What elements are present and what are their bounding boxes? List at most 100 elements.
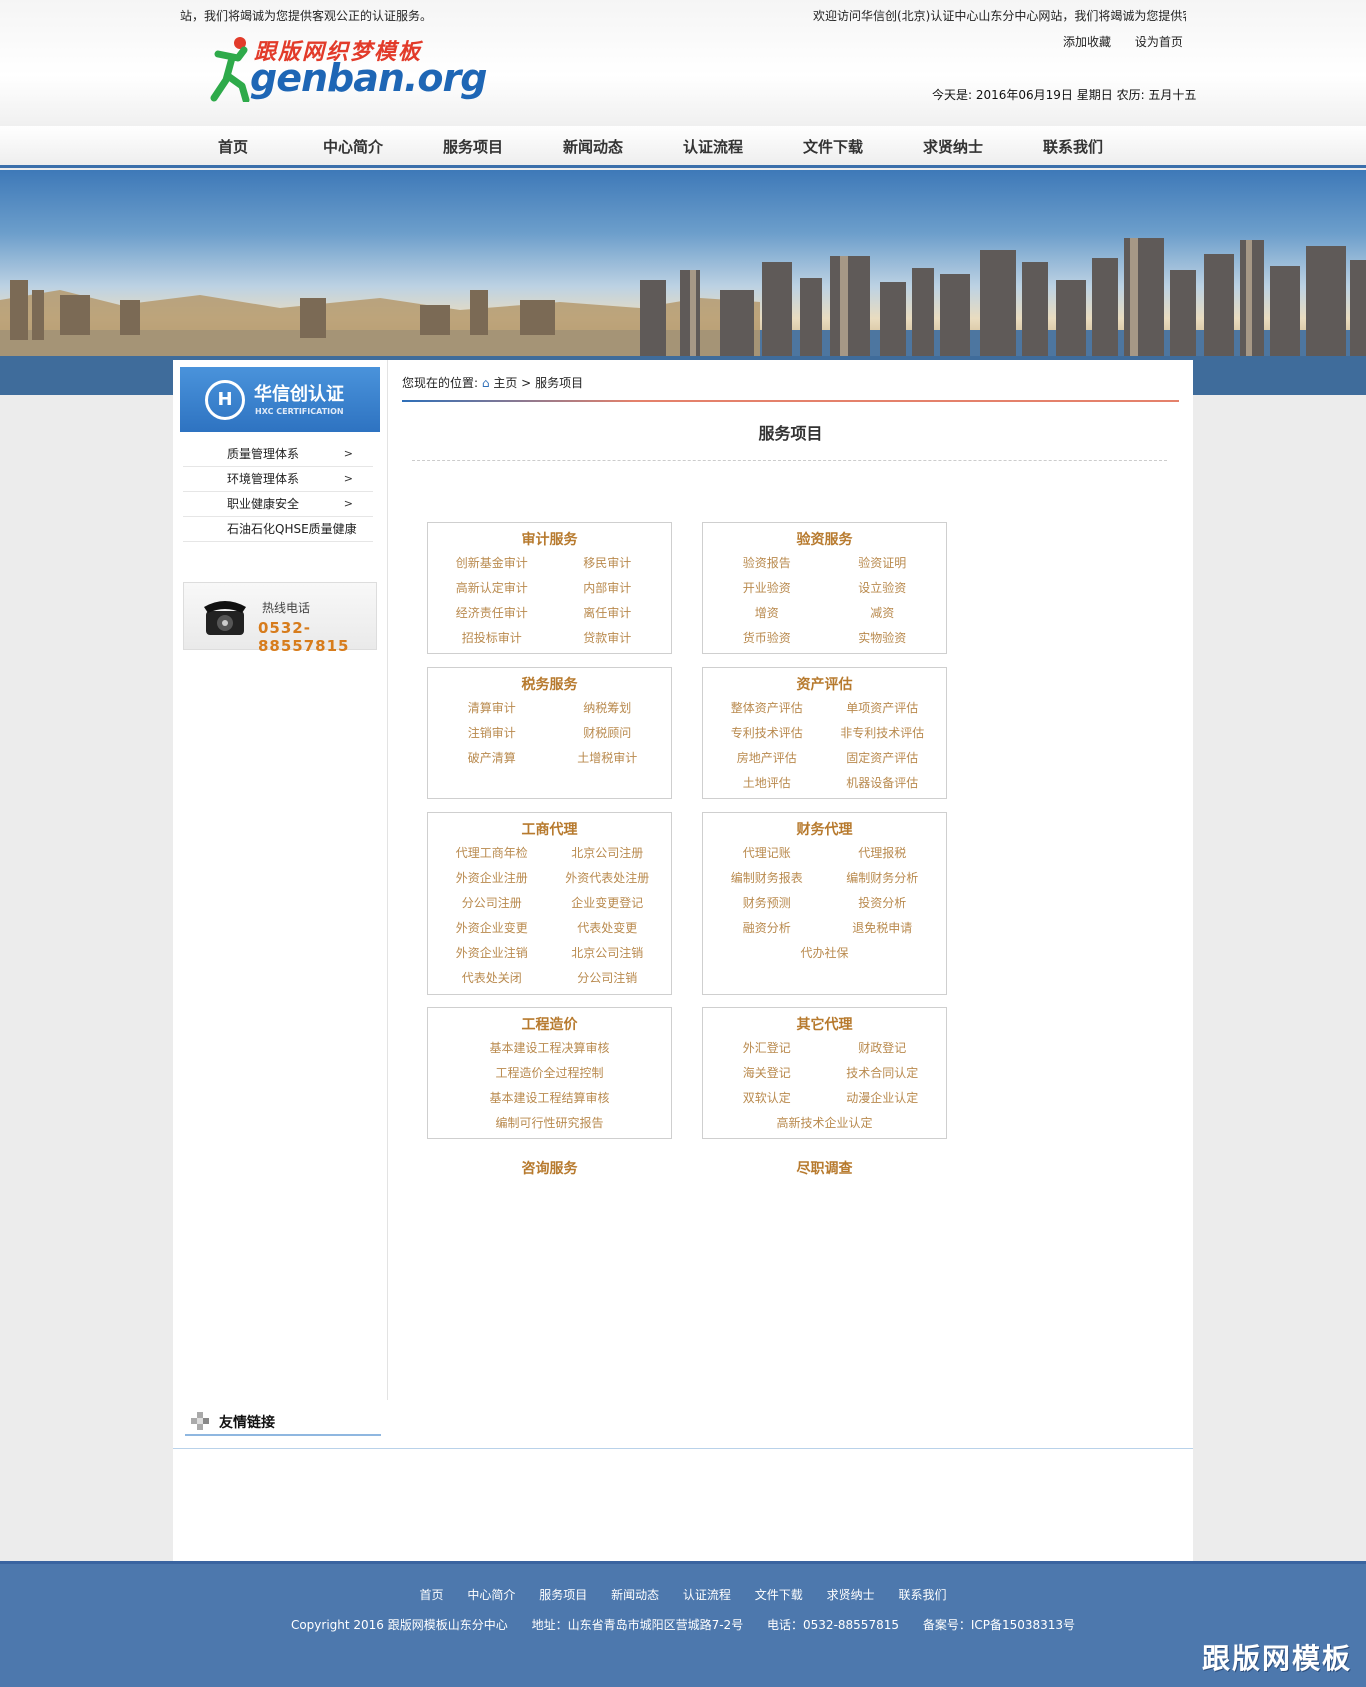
- service-link[interactable]: 分公司注册: [434, 891, 550, 916]
- nav-item-services[interactable]: 服务项目: [413, 126, 533, 168]
- footer-link-process[interactable]: 认证流程: [683, 1588, 731, 1602]
- service-link[interactable]: 海关登记: [709, 1061, 825, 1086]
- service-link[interactable]: 非专利技术评估: [825, 721, 941, 746]
- nav-item-about[interactable]: 中心简介: [293, 126, 413, 168]
- service-link[interactable]: 代理工商年检: [434, 841, 550, 866]
- service-link[interactable]: 实物验资: [825, 626, 941, 651]
- service-link[interactable]: 纳税筹划: [550, 696, 666, 721]
- service-link[interactable]: 技术合同认定: [825, 1061, 941, 1086]
- service-link[interactable]: 货币验资: [709, 626, 825, 651]
- service-link[interactable]: 移民审计: [550, 551, 666, 576]
- service-link[interactable]: 开业验资: [709, 576, 825, 601]
- service-link[interactable]: 分公司注销: [550, 966, 666, 991]
- service-link[interactable]: 代理记账: [709, 841, 825, 866]
- sidebar-item-health-safety[interactable]: 职业健康安全 >: [183, 492, 373, 517]
- service-link[interactable]: 注销审计: [434, 721, 550, 746]
- service-link[interactable]: 增资: [709, 601, 825, 626]
- service-box-title[interactable]: 财务代理: [703, 819, 946, 841]
- service-link[interactable]: 代理报税: [825, 841, 941, 866]
- service-link[interactable]: 创新基金审计: [434, 551, 550, 576]
- service-link[interactable]: 双软认定: [709, 1086, 825, 1111]
- breadcrumb-current[interactable]: 服务项目: [535, 376, 583, 390]
- service-link[interactable]: 代办社保: [709, 941, 940, 966]
- service-link[interactable]: 经济责任审计: [434, 601, 550, 626]
- footer-link-careers[interactable]: 求贤纳士: [827, 1588, 875, 1602]
- add-favorite-link[interactable]: 添加收藏: [1063, 35, 1111, 49]
- sidebar-item-environment[interactable]: 环境管理体系 >: [183, 467, 373, 492]
- address-text: 地址：山东省青岛市城阳区营城路7-2号: [531, 1618, 744, 1632]
- service-link[interactable]: 招投标审计: [434, 626, 550, 651]
- service-link[interactable]: 投资分析: [825, 891, 941, 916]
- service-link[interactable]: 内部审计: [550, 576, 666, 601]
- service-link[interactable]: 工程造价全过程控制: [434, 1061, 665, 1086]
- nav-item-process[interactable]: 认证流程: [653, 126, 773, 168]
- service-box-title[interactable]: 工程造价: [428, 1014, 671, 1036]
- service-link[interactable]: 验资证明: [825, 551, 941, 576]
- service-box-title[interactable]: 其它代理: [703, 1014, 946, 1036]
- nav-item-careers[interactable]: 求贤纳士: [893, 126, 1013, 168]
- service-link[interactable]: 外资企业注册: [434, 866, 550, 891]
- service-link[interactable]: 单项资产评估: [825, 696, 941, 721]
- service-link[interactable]: 破产清算: [434, 746, 550, 771]
- service-link[interactable]: 固定资产评估: [825, 746, 941, 771]
- service-link[interactable]: 财务预测: [709, 891, 825, 916]
- service-link[interactable]: 代表处关闭: [434, 966, 550, 991]
- service-title-consulting[interactable]: 咨询服务: [427, 1158, 672, 1178]
- service-link[interactable]: 高新认定审计: [434, 576, 550, 601]
- service-link[interactable]: 验资报告: [709, 551, 825, 576]
- service-title-due-diligence[interactable]: 尽职调查: [702, 1158, 947, 1178]
- service-link[interactable]: 企业变更登记: [550, 891, 666, 916]
- nav-item-news[interactable]: 新闻动态: [533, 126, 653, 168]
- site-logo[interactable]: 跟版网织梦模板 genban.org: [210, 34, 487, 104]
- sidebar-item-qhse[interactable]: 石油石化QHSE质量健康: [183, 517, 373, 542]
- nav-item-downloads[interactable]: 文件下载: [773, 126, 893, 168]
- service-link[interactable]: 贷款审计: [550, 626, 666, 651]
- service-link[interactable]: 整体资产评估: [709, 696, 825, 721]
- nav-item-contact[interactable]: 联系我们: [1013, 126, 1133, 168]
- service-link[interactable]: 编制财务分析: [825, 866, 941, 891]
- service-box-title[interactable]: 工商代理: [428, 819, 671, 841]
- service-link[interactable]: 离任审计: [550, 601, 666, 626]
- service-link[interactable]: 基本建设工程结算审核: [434, 1086, 665, 1111]
- service-link[interactable]: 北京公司注册: [550, 841, 666, 866]
- service-link[interactable]: 动漫企业认定: [825, 1086, 941, 1111]
- service-link[interactable]: 机器设备评估: [825, 771, 941, 796]
- service-link[interactable]: 编制可行性研究报告: [434, 1111, 665, 1136]
- sidebar-item-label: 职业健康安全: [227, 497, 300, 511]
- service-link[interactable]: 财政登记: [825, 1036, 941, 1061]
- service-link[interactable]: 房地产评估: [709, 746, 825, 771]
- service-link[interactable]: 北京公司注销: [550, 941, 666, 966]
- service-link[interactable]: 高新技术企业认定: [709, 1111, 940, 1136]
- service-link[interactable]: 退免税申请: [825, 916, 941, 941]
- service-link[interactable]: 外资企业变更: [434, 916, 550, 941]
- service-link[interactable]: 减资: [825, 601, 941, 626]
- service-link[interactable]: 财税顾问: [550, 721, 666, 746]
- service-link[interactable]: 代表处变更: [550, 916, 666, 941]
- service-link[interactable]: 外汇登记: [709, 1036, 825, 1061]
- service-box-title[interactable]: 税务服务: [428, 674, 671, 696]
- sidebar-item-quality[interactable]: 质量管理体系 >: [183, 442, 373, 467]
- service-link[interactable]: 外资企业注销: [434, 941, 550, 966]
- footer-link-contact[interactable]: 联系我们: [898, 1588, 946, 1602]
- footer-link-home[interactable]: 首页: [420, 1588, 444, 1602]
- service-link[interactable]: 专利技术评估: [709, 721, 825, 746]
- footer-link-about[interactable]: 中心简介: [467, 1588, 515, 1602]
- service-link[interactable]: 设立验资: [825, 576, 941, 601]
- breadcrumb-home-link[interactable]: 主页: [493, 376, 517, 390]
- footer-link-news[interactable]: 新闻动态: [611, 1588, 659, 1602]
- service-link[interactable]: 土地评估: [709, 771, 825, 796]
- service-link[interactable]: 外资代表处注册: [550, 866, 666, 891]
- service-box-title[interactable]: 审计服务: [428, 529, 671, 551]
- service-box-title[interactable]: 资产评估: [703, 674, 946, 696]
- icp-text[interactable]: 备案号：ICP备15038313号: [923, 1618, 1075, 1632]
- service-link[interactable]: 清算审计: [434, 696, 550, 721]
- footer-link-downloads[interactable]: 文件下载: [755, 1588, 803, 1602]
- footer-link-services[interactable]: 服务项目: [539, 1588, 587, 1602]
- nav-item-home[interactable]: 首页: [173, 126, 293, 168]
- service-box-title[interactable]: 验资服务: [703, 529, 946, 551]
- service-link[interactable]: 编制财务报表: [709, 866, 825, 891]
- service-link[interactable]: 融资分析: [709, 916, 825, 941]
- set-homepage-link[interactable]: 设为首页: [1135, 35, 1183, 49]
- service-link[interactable]: 土增税审计: [550, 746, 666, 771]
- service-link[interactable]: 基本建设工程决算审核: [434, 1036, 665, 1061]
